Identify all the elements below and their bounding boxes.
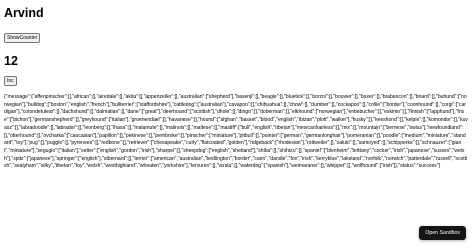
app-root: Arvind ShowCounter 12 Inc {"message":{"a… <box>4 0 470 171</box>
show-counter-button[interactable]: ShowCounter <box>4 33 41 43</box>
page-title: Arvind <box>4 6 44 20</box>
increment-button[interactable]: Inc <box>4 76 17 86</box>
open-sandbox-button[interactable]: Open Sandbox <box>419 226 466 240</box>
counter-value: 12 <box>4 54 18 68</box>
api-response-text: {"message":{"affenpinscher":[],"african"… <box>4 94 468 170</box>
